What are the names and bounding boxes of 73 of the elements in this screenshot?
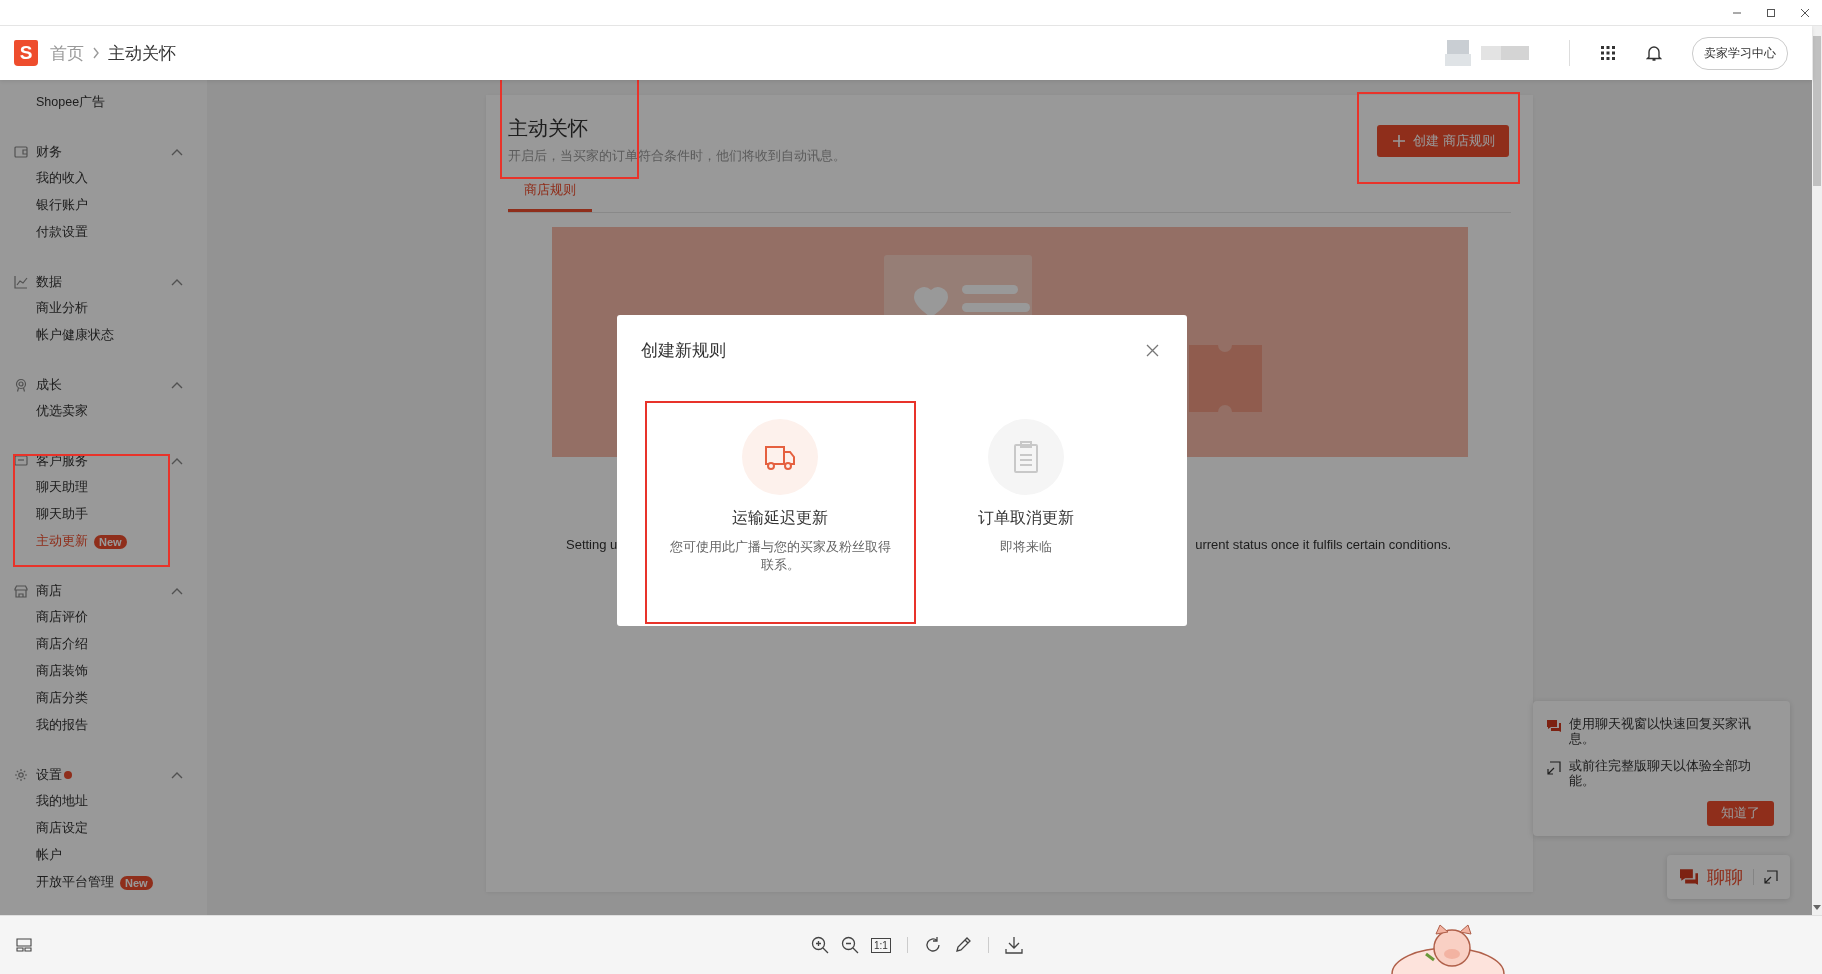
tip-text: 或前往完整版聊天以体验全部功能。 [1569,759,1752,789]
menu-item[interactable]: 商店介绍 [36,636,88,653]
description-text: Setting u [566,537,618,552]
scrollbar-thumb[interactable] [1813,36,1821,186]
menu-section-title[interactable]: 财务 [36,142,62,161]
scrollbar[interactable] [1812,26,1822,915]
maximize-icon[interactable] [1766,7,1776,18]
gear-icon [14,767,28,782]
external-window-icon[interactable] [1764,870,1778,884]
page-title: 主动关怀 [508,116,589,141]
new-badge: New [120,875,153,890]
menu-item[interactable]: 商店评价 [36,609,88,626]
truck-icon[interactable] [742,419,818,495]
chat-bubble-icon [1679,868,1699,886]
menu-item[interactable]: 优选卖家 [36,403,88,420]
menu-item[interactable]: 我的地址 [36,793,88,810]
wallet-icon [14,144,28,159]
menu-item[interactable]: Shopee广告 [36,94,106,111]
dialog-title: 创建新规则 [641,340,726,362]
tip-text: 使用聊天视窗以快速回复买家讯息。 [1569,717,1752,747]
menu-item[interactable]: 商店设定 [36,820,88,837]
menu-section-title[interactable]: 成长 [36,375,62,394]
menu-item[interactable]: 帐户 [36,847,62,864]
close-icon[interactable] [1146,344,1159,357]
option-title: 运输延迟更新 [732,508,828,528]
new-badge: New [94,534,127,549]
menu-item[interactable]: 商店装饰 [36,663,88,680]
zoom-out-icon[interactable] [841,936,859,954]
bell-icon[interactable] [1646,44,1662,62]
description-text: urrent status once it fulfils certain conditions. [1195,537,1451,552]
store-icon [14,583,28,598]
chevron-icon [92,47,100,59]
option-description: 您可使用此广播与您的买家及粉丝取得联系。 [668,539,892,574]
caret-icon[interactable] [171,277,183,286]
chat-bubble-icon [1547,719,1561,733]
pencil-icon[interactable] [953,936,972,954]
menu-item[interactable]: 商业分析 [36,300,88,317]
option-description: 即将来临 [999,539,1053,556]
plus-icon [1393,135,1406,147]
chart-icon [14,274,28,289]
scroll-down-icon[interactable] [1813,905,1821,911]
menu-section-title[interactable]: 商店 [36,581,62,600]
seller-learning-button[interactable]: 卖家学习中心 [1692,36,1788,70]
menu-item[interactable]: 开放平台管理 [36,874,114,891]
caret-icon[interactable] [171,456,183,465]
option-title: 订单取消更新 [978,508,1074,528]
caret-icon[interactable] [171,586,183,595]
menu-item[interactable]: 我的报告 [36,717,88,734]
caret-icon[interactable] [171,147,183,156]
menu-item[interactable]: 聊天助理 [36,479,88,496]
actual-size-button[interactable]: 1:1 [871,937,891,953]
menu-item[interactable]: 银行账户 [36,197,88,214]
chat-icon [14,453,28,468]
menu-item[interactable]: 我的收入 [36,170,88,187]
menu-item[interactable]: 聊天助手 [36,506,88,523]
apps-grid-icon[interactable] [1600,45,1616,61]
menu-item[interactable]: 付款设置 [36,224,88,241]
external-window-icon [1547,761,1561,775]
medal-icon [14,377,28,392]
username-placeholder [1481,46,1529,60]
rotate-icon[interactable] [923,936,942,954]
caret-icon[interactable] [171,380,183,389]
shop-logo[interactable]: S [14,40,38,66]
caret-icon[interactable] [171,770,183,779]
menu-item[interactable]: 帐户健康状态 [36,327,114,344]
breadcrumb-current: 主动关怀 [108,42,176,65]
close-icon[interactable] [1800,7,1810,18]
menu-section-title[interactable]: 设置 [36,765,62,784]
menu-section-title[interactable]: 数据 [36,272,62,291]
zoom-in-icon[interactable] [811,936,829,954]
menu-item[interactable]: 商店分类 [36,690,88,707]
layout-icon[interactable] [16,938,32,952]
download-icon[interactable] [1004,936,1023,954]
